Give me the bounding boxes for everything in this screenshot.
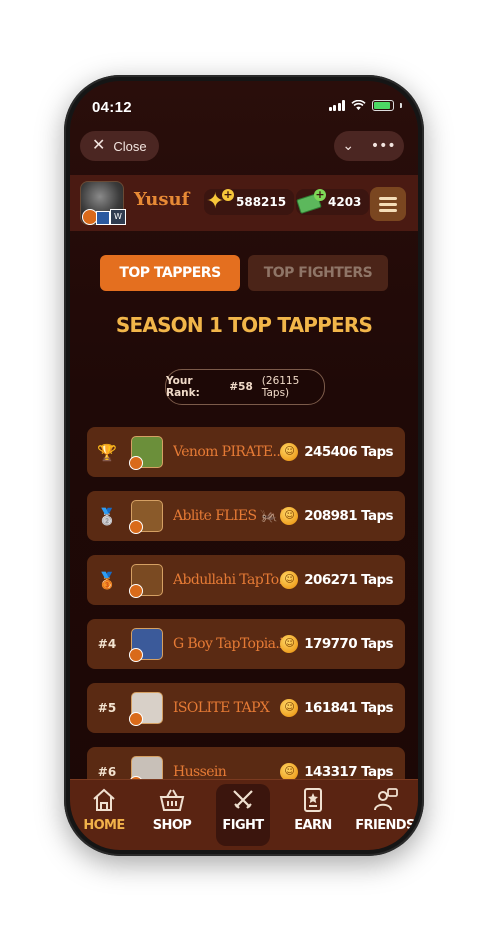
star-card-icon (304, 788, 322, 812)
bronze-medal-icon: 🥉 (97, 570, 117, 590)
rank-number: #6 (97, 765, 117, 779)
rank-number: #5 (97, 701, 117, 715)
nav-earn[interactable]: EARN (283, 786, 343, 833)
status-bar: 04:12 (70, 81, 418, 125)
menu-button[interactable] (370, 187, 406, 221)
tab-top-tappers[interactable]: TOP TAPPERS (100, 255, 240, 291)
nav-home[interactable]: HOME (74, 786, 134, 833)
flag-badge-icon (96, 211, 110, 225)
your-rank-label: Your Rank: (166, 375, 200, 399)
your-rank-pill: Your Rank: #58 (26115 Taps) (165, 369, 325, 405)
cash-plus-icon: + (296, 189, 326, 215)
season-title: SEASON 1 TOP TAPPERS (115, 313, 373, 337)
basket-icon (159, 789, 185, 811)
your-rank-value: #58 (229, 381, 253, 393)
player-name: G Boy TapTopia.io (173, 636, 292, 652)
coin-icon: ☺ (280, 635, 299, 653)
player-name: Ablite FLIES 🦗 T... (173, 508, 293, 524)
close-label: Close (113, 138, 147, 154)
score-value: 206271 Taps (304, 572, 393, 588)
user-header: W Yusuf ✦ + 588215 + 4203 (70, 175, 418, 231)
nav-fight[interactable]: FIGHT (213, 786, 273, 833)
username: Yusuf (134, 189, 190, 210)
player-score: ☺ 161841 Taps (280, 699, 394, 717)
player-score: ☺ 179770 Taps (280, 635, 394, 653)
bottom-nav: HOME SHOP FIGHT EARN FRIENDS (70, 779, 418, 850)
phone-frame: 04:12 ✕ Close ⌄ ••• W Yusuf ✦ + 588215 +… (64, 75, 424, 856)
chevron-down-icon[interactable]: ⌄ (342, 138, 354, 154)
app-screen: 04:12 ✕ Close ⌄ ••• W Yusuf ✦ + 588215 +… (70, 81, 418, 850)
list-item[interactable]: #5 ISOLITE TAPX ☺ 161841 Taps (87, 683, 405, 733)
score-value: 179770 Taps (304, 636, 393, 652)
player-score: ☺ 206271 Taps (280, 571, 394, 589)
avatar (129, 436, 163, 470)
cash-balance[interactable]: + 4203 (296, 189, 370, 215)
nav-home-label: HOME (83, 818, 125, 833)
nav-shop-label: SHOP (152, 818, 192, 833)
avatar (129, 564, 163, 598)
star-plus-icon: ✦ + (206, 188, 234, 214)
webview-topbar: ✕ Close ⌄ ••• (70, 131, 418, 163)
player-name: Hussein (173, 764, 227, 780)
avatar (129, 500, 163, 534)
stars-balance[interactable]: ✦ + 588215 (204, 188, 295, 215)
clock: 04:12 (92, 99, 132, 116)
battery-icon (372, 100, 394, 111)
silver-medal-icon: 🥈 (97, 506, 117, 526)
cash-value: 4203 (328, 195, 362, 209)
coin-icon: ☺ (280, 443, 299, 461)
more-dots-icon[interactable]: ••• (371, 138, 396, 154)
home-icon (93, 788, 115, 811)
player-score: ☺ 245406 Taps (280, 443, 394, 461)
system-icons (328, 100, 402, 111)
stars-value: 588215 (236, 195, 287, 209)
wifi-icon (351, 100, 366, 111)
trophy-icon: 🏆 (97, 442, 117, 462)
list-item[interactable]: #4 G Boy TapTopia.io ☺ 179770 Taps (87, 619, 405, 669)
close-icon: ✕ (92, 137, 106, 154)
nav-fight-label: FIGHT (222, 818, 264, 833)
player-score: ☺ 208981 Taps (280, 507, 394, 525)
coin-icon: ☺ (280, 699, 299, 717)
score-value: 143317 Taps (304, 764, 393, 780)
nav-friends-label: FRIENDS (355, 818, 415, 833)
avatar (129, 692, 163, 726)
list-item[interactable]: 🏆 Venom PIRATE... ☺ 245406 Taps (87, 427, 405, 477)
rank-number: #4 (97, 637, 117, 651)
score-value: 161841 Taps (304, 700, 393, 716)
coin-icon: ☺ (280, 507, 299, 525)
friends-icon (374, 788, 398, 811)
score-value: 245406 Taps (304, 444, 393, 460)
player-name: ISOLITE TAPX (173, 700, 270, 716)
player-name: Abdullahi TapTo... (173, 572, 290, 588)
tab-top-fighters[interactable]: TOP FIGHTERS (248, 255, 388, 291)
player-name: Venom PIRATE... (173, 444, 285, 460)
leaderboard-tabs: TOP TAPPERS TOP FIGHTERS (70, 255, 418, 293)
user-avatar[interactable]: W (80, 181, 126, 225)
coin-icon: ☺ (280, 571, 299, 589)
list-item[interactable]: 🥈 Ablite FLIES 🦗 T... ☺ 208981 Taps (87, 491, 405, 541)
score-value: 208981 Taps (304, 508, 393, 524)
nav-earn-label: EARN (294, 818, 332, 833)
signal-icon (328, 100, 345, 111)
your-rank-taps: (26115 Taps) (261, 375, 300, 399)
nav-friends[interactable]: FRIENDS (355, 786, 415, 833)
close-button[interactable]: ✕ Close (80, 131, 159, 161)
crossed-swords-icon (233, 790, 253, 809)
nav-shop[interactable]: SHOP (142, 786, 202, 833)
avatar (129, 628, 163, 662)
w-badge-icon: W (110, 209, 126, 225)
list-item[interactable]: 🥉 Abdullahi TapTo... ☺ 206271 Taps (87, 555, 405, 605)
battery-tip (400, 103, 402, 108)
webview-menu[interactable]: ⌄ ••• (334, 131, 404, 161)
